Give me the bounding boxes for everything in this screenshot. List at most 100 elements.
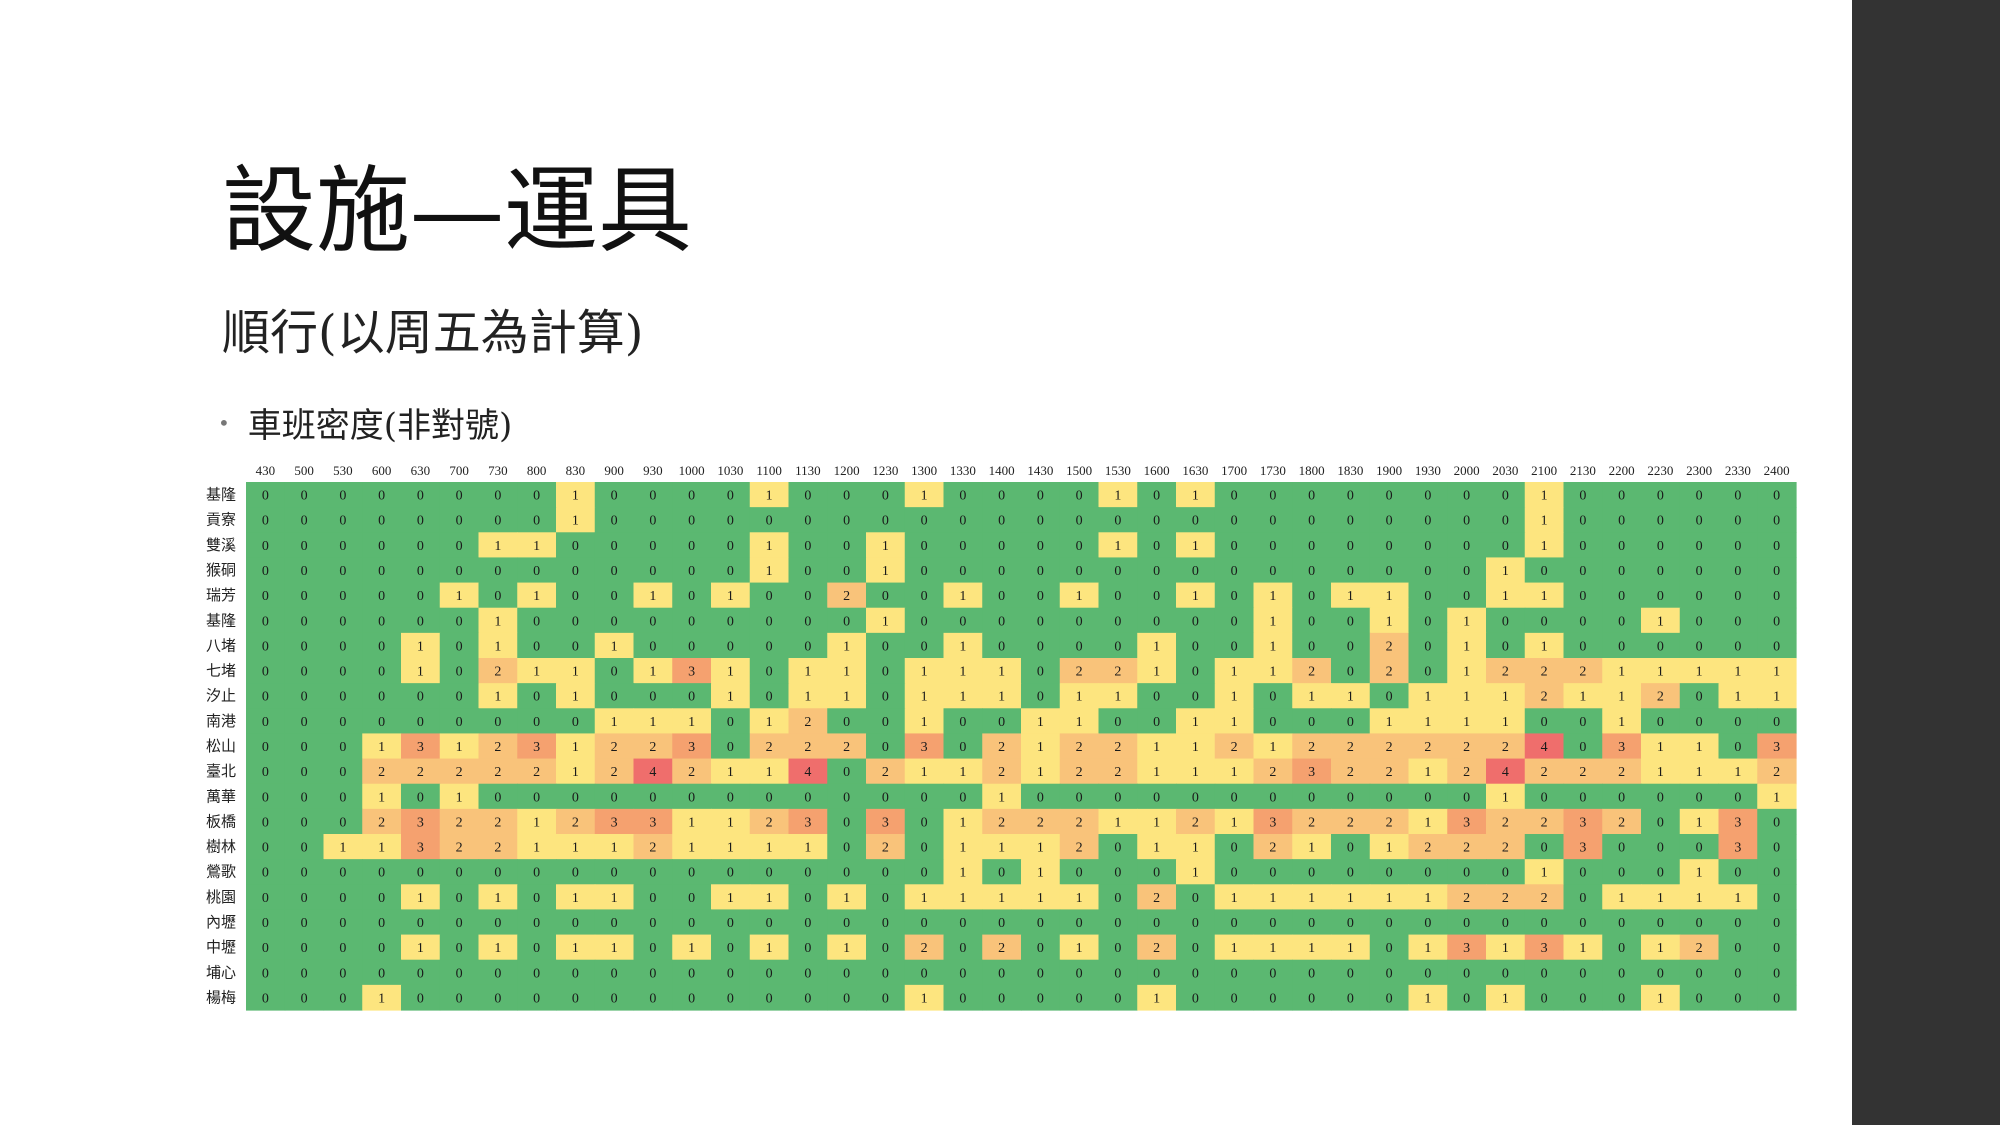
cell-value: 0 [1231,916,1238,931]
cell-value: 0 [494,589,501,604]
cell-value: 2 [1114,740,1121,755]
cell-value: 0 [1114,916,1121,931]
cell-value: 0 [1618,916,1625,931]
cell-value: 1 [998,690,1005,705]
cell-value: 1 [1231,765,1238,780]
cell-value: 1 [1618,715,1625,730]
cell-value: 0 [998,715,1005,730]
cell-value: 4 [1541,740,1548,755]
cell-value: 0 [456,690,463,705]
cell-value: 2 [998,941,1005,956]
cell-value: 0 [1269,991,1276,1006]
cell-value: 2 [998,815,1005,830]
cell-value: 0 [262,614,269,629]
cell-value: 0 [1347,991,1354,1006]
cell-value: 0 [339,690,346,705]
cell-value: 1 [1696,740,1703,755]
cell-value: 0 [1696,790,1703,805]
cell-value: 1 [1037,866,1044,881]
cell-value: 0 [1153,690,1160,705]
cell-value: 0 [456,966,463,981]
cell-value: 1 [766,765,773,780]
cell-value: 0 [1347,966,1354,981]
cell-value: 0 [1579,715,1586,730]
row-header: 瑞芳 [206,587,236,604]
cell-value: 0 [1308,790,1315,805]
cell-value: 0 [1114,841,1121,856]
cell-value: 0 [1386,866,1393,881]
cell-value: 0 [1773,891,1780,906]
cell-value: 0 [301,489,308,504]
cell-value: 1 [572,765,579,780]
cell-value: 2 [1269,841,1276,856]
cell-value: 1 [1541,866,1548,881]
cell-value: 0 [1153,589,1160,604]
cell-value: 0 [1618,614,1625,629]
cell-value: 0 [456,639,463,654]
cell-value: 0 [921,514,928,529]
cell-value: 0 [727,740,734,755]
cell-value: 1 [1347,690,1354,705]
cell-value: 0 [1114,891,1121,906]
cell-value: 0 [804,941,811,956]
cell-value: 0 [1541,715,1548,730]
cell-value: 0 [1657,564,1664,579]
cell-value: 0 [572,916,579,931]
cell-value: 0 [1231,790,1238,805]
cell-value: 1 [1502,690,1509,705]
cell-value: 0 [998,539,1005,554]
cell-value: 0 [1541,790,1548,805]
cell-value: 0 [766,589,773,604]
cell-value: 0 [766,514,773,529]
cell-value: 0 [301,790,308,805]
cell-value: 1 [494,639,501,654]
cell-value: 0 [921,564,928,579]
cell-value: 1 [456,790,463,805]
cell-value: 0 [649,941,656,956]
cell-value: 0 [1657,489,1664,504]
cell-value: 0 [533,514,540,529]
cell-value: 0 [1618,639,1625,654]
cell-value: 2 [766,740,773,755]
cell-value: 0 [998,866,1005,881]
cell-value: 3 [1579,841,1586,856]
cell-value: 2 [649,841,656,856]
cell-value: 1 [1424,815,1431,830]
row-header: 松山 [206,738,236,755]
cell-value: 0 [494,790,501,805]
cell-value: 1 [1502,790,1509,805]
cell-value: 0 [417,564,424,579]
cell-value: 1 [921,690,928,705]
cell-value: 0 [456,916,463,931]
cell-value: 0 [1696,489,1703,504]
cell-value: 0 [882,665,889,680]
column-header: 1330 [950,463,976,478]
cell-value: 0 [494,916,501,931]
cell-value: 2 [882,841,889,856]
column-header: 1500 [1066,463,1092,478]
cell-value: 0 [1773,589,1780,604]
cell-value: 0 [417,539,424,554]
cell-value: 0 [1696,564,1703,579]
cell-value: 1 [1076,941,1083,956]
cell-value: 0 [494,966,501,981]
cell-value: 0 [301,815,308,830]
cell-value: 0 [262,715,269,730]
cell-value: 0 [611,514,618,529]
cell-value: 0 [1308,916,1315,931]
cell-value: 2 [1347,815,1354,830]
cell-value: 1 [611,715,618,730]
cell-value: 1 [1037,740,1044,755]
cell-value: 3 [921,740,928,755]
cell-value: 0 [301,740,308,755]
cell-value: 0 [378,514,385,529]
cell-value: 0 [262,514,269,529]
cell-value: 1 [649,589,656,604]
cell-value: 0 [1502,639,1509,654]
cell-value: 2 [1541,690,1548,705]
cell-value: 0 [533,866,540,881]
column-header: 1100 [756,463,782,478]
cell-value: 1 [882,614,889,629]
column-header: 1000 [679,463,705,478]
cell-value: 0 [843,991,850,1006]
